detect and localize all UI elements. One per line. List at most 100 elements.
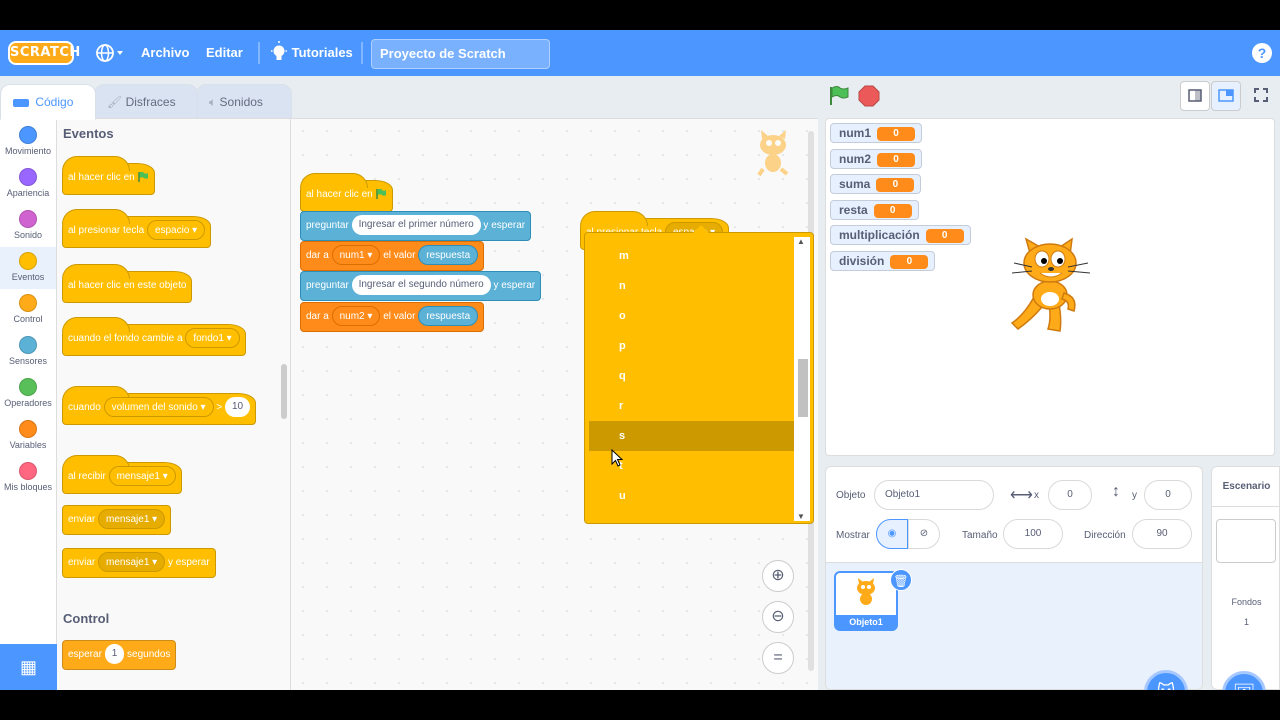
- seconds-input[interactable]: 1: [104, 644, 125, 665]
- small-stage-button[interactable]: [1180, 81, 1210, 111]
- block-wait-seconds[interactable]: esperar 1 segundos: [62, 640, 177, 670]
- dropdown-option[interactable]: p: [589, 331, 794, 361]
- zoom-reset-button[interactable]: =: [762, 642, 794, 674]
- stage[interactable]: num1 0 num2 0 suma 0 resta 0 multiplicación 0…: [825, 118, 1275, 456]
- hide-sprite-button[interactable]: ⊘: [908, 519, 940, 549]
- delete-sprite-button[interactable]: 🗑︎: [890, 569, 912, 591]
- normal-stage-icon: [1218, 89, 1234, 102]
- edit-menu[interactable]: Editar: [206, 30, 243, 76]
- size-input[interactable]: 100: [1003, 519, 1063, 549]
- category-control[interactable]: Control: [0, 289, 56, 331]
- category-sound[interactable]: Sonido: [0, 205, 56, 247]
- tab-sounds[interactable]: 🔈︎ Sonidos: [196, 84, 292, 120]
- block-broadcast-and-wait[interactable]: enviar mensaje1 ▾ y esperar: [62, 548, 216, 578]
- normal-stage-button[interactable]: [1211, 81, 1241, 111]
- script-when-flag-clicked[interactable]: al hacer clic en: [300, 173, 394, 212]
- block-text: y esperar: [483, 220, 526, 231]
- project-title-input[interactable]: Proyecto de Scratch: [371, 39, 550, 69]
- block-when-key-pressed[interactable]: al presionar tecla espacio ▾: [62, 209, 212, 248]
- backdrop-thumbnail[interactable]: [1216, 519, 1276, 563]
- language-menu[interactable]: [94, 30, 128, 76]
- zoom-in-button[interactable]: ⊕: [762, 560, 794, 592]
- stop-sign-icon[interactable]: [858, 85, 880, 107]
- dropdown-option[interactable]: r: [589, 391, 794, 421]
- sensing-dot: [19, 336, 37, 354]
- category-operators[interactable]: Operadores: [0, 373, 56, 415]
- x-position-input[interactable]: 0: [1048, 480, 1092, 510]
- scratch-logo[interactable]: SCRATCH: [8, 41, 80, 65]
- variable-monitor[interactable]: multiplicación 0: [830, 225, 971, 245]
- choose-backdrop-button[interactable]: 🖼︎: [1222, 671, 1266, 690]
- script-ask-first-number[interactable]: preguntar Ingresar el primer número y es…: [300, 211, 532, 241]
- tab-sounds-label: Sonidos: [219, 95, 263, 109]
- block-when-sprite-clicked[interactable]: al hacer clic en este objeto: [62, 264, 193, 303]
- answer-reporter[interactable]: respuesta: [418, 306, 479, 327]
- monitor-value: 0: [877, 127, 916, 141]
- sprite-name-input[interactable]: Objeto1: [874, 480, 994, 510]
- question-input[interactable]: Ingresar el segundo número: [351, 275, 491, 296]
- script-ask-second-number[interactable]: preguntar Ingresar el segundo número y e…: [300, 271, 542, 301]
- backdrop-dropdown[interactable]: fondo1 ▾: [185, 328, 240, 349]
- tab-costumes[interactable]: 🖌︎ Disfraces: [94, 84, 198, 120]
- fullscreen-button[interactable]: [1247, 81, 1277, 111]
- message-dropdown[interactable]: mensaje1 ▾: [98, 509, 166, 530]
- variable-monitor[interactable]: división 0: [830, 251, 936, 271]
- choose-sprite-button[interactable]: 🐱︎: [1144, 670, 1188, 690]
- answer-reporter[interactable]: respuesta: [418, 245, 479, 266]
- block-text: al hacer clic en: [68, 172, 135, 183]
- variable-monitor[interactable]: num2 0: [830, 149, 923, 169]
- question-input[interactable]: Ingresar el primer número: [351, 215, 481, 236]
- category-my-blocks[interactable]: Mis bloques: [0, 457, 56, 499]
- green-flag-icon[interactable]: [828, 85, 850, 107]
- sprite-thumbnail-name: Objeto1: [836, 615, 896, 629]
- variable-monitor[interactable]: num1 0: [830, 123, 923, 143]
- block-when-flag-clicked[interactable]: al hacer clic en: [62, 156, 156, 195]
- sprite-thumbnail[interactable]: Objeto1 🗑︎: [834, 569, 912, 631]
- scratch-cat-sprite[interactable]: [1004, 237, 1100, 337]
- dropdown-option[interactable]: n: [589, 271, 794, 301]
- file-menu[interactable]: Archivo: [141, 30, 189, 76]
- dropdown-scroll-thumb[interactable]: [798, 359, 808, 417]
- category-sensing[interactable]: Sensores: [0, 331, 56, 373]
- script-set-num2[interactable]: dar a num2 ▾ el valor respuesta: [300, 302, 485, 332]
- show-sprite-button[interactable]: ◉: [876, 519, 908, 549]
- direction-input[interactable]: 90: [1132, 519, 1192, 549]
- monitor-value: 0: [925, 229, 964, 243]
- tab-code[interactable]: Código: [0, 84, 96, 120]
- dropdown-option[interactable]: u: [589, 481, 794, 511]
- category-events[interactable]: Eventos: [0, 247, 56, 289]
- message-dropdown[interactable]: mensaje1 ▾: [98, 552, 166, 573]
- sensor-dropdown[interactable]: volumen del sonido ▾: [103, 397, 214, 418]
- variable-monitor[interactable]: resta 0: [830, 200, 919, 220]
- dropdown-option[interactable]: o: [589, 301, 794, 331]
- y-position-input[interactable]: 0: [1144, 480, 1192, 510]
- category-variables[interactable]: Variables: [0, 415, 56, 457]
- control-dot: [19, 294, 37, 312]
- tutorials-menu[interactable]: Tutoriales: [270, 30, 353, 76]
- add-extension-button[interactable]: ▦: [0, 644, 57, 690]
- message-dropdown[interactable]: mensaje1 ▾: [108, 466, 176, 487]
- variable-monitor[interactable]: suma 0: [830, 174, 922, 194]
- dropdown-option[interactable]: q: [589, 361, 794, 391]
- variable-dropdown[interactable]: num2 ▾: [331, 306, 381, 327]
- block-when-backdrop-switches[interactable]: cuando el fondo cambie a fondo1 ▾: [62, 317, 246, 356]
- sprite-info-pane: Objeto Objeto1 ⟷ x 0 ↕ y 0 Mostrar ◉ ⊘ T…: [825, 466, 1203, 690]
- stage-selector[interactable]: Escenario Fondos 1 🖼︎: [1211, 466, 1280, 690]
- zoom-out-button[interactable]: ⊖: [762, 601, 794, 633]
- block-when-receive[interactable]: al recibir mensaje1 ▾: [62, 455, 182, 494]
- palette-scrollbar[interactable]: [281, 364, 287, 419]
- category-label: Mis bloques: [3, 482, 53, 492]
- script-set-num1[interactable]: dar a num1 ▾ el valor respuesta: [300, 241, 485, 271]
- category-looks[interactable]: Apariencia: [0, 163, 56, 205]
- variable-dropdown[interactable]: num1 ▾: [331, 245, 381, 266]
- dropdown-scrollbar[interactable]: ▲ ▼: [794, 237, 810, 521]
- block-broadcast[interactable]: enviar mensaje1 ▾: [62, 505, 172, 535]
- help-icon[interactable]: ?: [1252, 43, 1272, 63]
- dropdown-option-highlighted[interactable]: s: [589, 421, 794, 451]
- dropdown-option[interactable]: m: [589, 241, 794, 271]
- block-when-greater-than[interactable]: cuando volumen del sonido ▾ > 10: [62, 386, 257, 425]
- block-palette: Eventos al hacer clic en al presionar te…: [57, 118, 291, 690]
- threshold-input[interactable]: 10: [224, 397, 251, 418]
- key-dropdown[interactable]: espacio ▾: [146, 220, 206, 241]
- category-motion[interactable]: Movimiento: [0, 121, 56, 163]
